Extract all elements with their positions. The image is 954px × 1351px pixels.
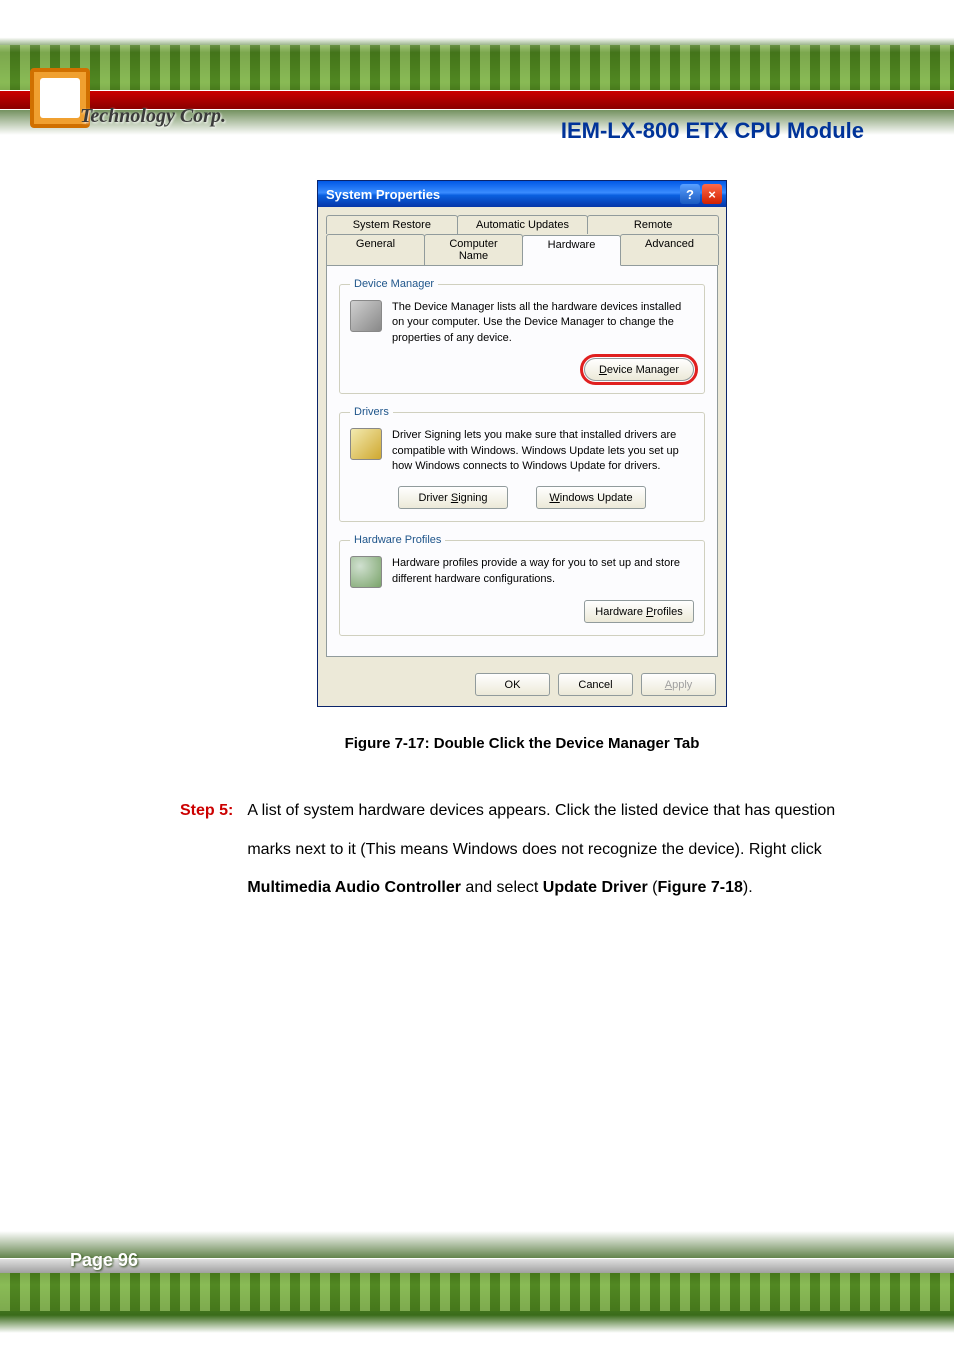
cancel-button[interactable]: Cancel xyxy=(558,673,633,696)
hardware-tab-panel: Device Manager The Device Manager lists … xyxy=(326,265,718,657)
hardware-profiles-legend: Hardware Profiles xyxy=(350,534,445,546)
drivers-group: Drivers Driver Signing lets you make sur… xyxy=(339,406,705,522)
device-manager-legend: Device Manager xyxy=(350,278,438,290)
step-label: Step 5: xyxy=(180,792,233,830)
dialog-footer: OK Cancel Apply xyxy=(318,665,726,706)
tab-system-restore[interactable]: System Restore xyxy=(326,215,458,234)
tab-automatic-updates[interactable]: Automatic Updates xyxy=(457,215,589,234)
hardware-profile-icon xyxy=(350,556,382,588)
footer-banner: Page 96 xyxy=(0,1231,954,1351)
tab-computer-name[interactable]: Computer Name xyxy=(424,234,523,265)
figure-caption: Figure 7-17: Double Click the Device Man… xyxy=(180,735,864,752)
system-properties-dialog: System Properties ? × System Restore Aut… xyxy=(317,180,727,707)
dialog-title: System Properties xyxy=(326,187,440,202)
close-icon[interactable]: × xyxy=(702,184,722,204)
hardware-profiles-button[interactable]: Hardware Profiles xyxy=(584,600,694,623)
hardware-profiles-group: Hardware Profiles Hardware profiles prov… xyxy=(339,534,705,636)
ok-button[interactable]: OK xyxy=(475,673,550,696)
tab-remote[interactable]: Remote xyxy=(587,215,719,234)
apply-button[interactable]: Apply xyxy=(641,673,716,696)
drivers-legend: Drivers xyxy=(350,406,393,418)
dialog-titlebar: System Properties ? × xyxy=(318,181,726,207)
hardware-profiles-text: Hardware profiles provide a way for you … xyxy=(392,556,694,587)
help-icon[interactable]: ? xyxy=(680,184,700,204)
step-text: A list of system hardware devices appear… xyxy=(247,792,864,907)
device-manager-group: Device Manager The Device Manager lists … xyxy=(339,278,705,394)
step-5: Step 5: A list of system hardware device… xyxy=(180,792,864,907)
page-number: Page 96 xyxy=(70,1250,138,1271)
drivers-text: Driver Signing lets you make sure that i… xyxy=(392,428,694,474)
certificate-icon xyxy=(350,428,382,460)
brand-label: Technology Corp. xyxy=(80,105,226,128)
device-manager-button[interactable]: Device Manager xyxy=(584,358,694,381)
tab-hardware[interactable]: Hardware xyxy=(522,235,621,266)
windows-update-button[interactable]: Windows Update xyxy=(536,486,646,509)
tab-general[interactable]: General xyxy=(326,234,425,265)
document-title: IEM-LX-800 ETX CPU Module xyxy=(561,118,864,144)
driver-signing-button[interactable]: Driver Signing xyxy=(398,486,508,509)
tab-advanced[interactable]: Advanced xyxy=(620,234,719,265)
device-manager-icon xyxy=(350,300,382,332)
page-content: System Properties ? × System Restore Aut… xyxy=(0,150,954,908)
device-manager-text: The Device Manager lists all the hardwar… xyxy=(392,300,694,346)
header-banner: Technology Corp. IEM-LX-800 ETX CPU Modu… xyxy=(0,0,954,150)
